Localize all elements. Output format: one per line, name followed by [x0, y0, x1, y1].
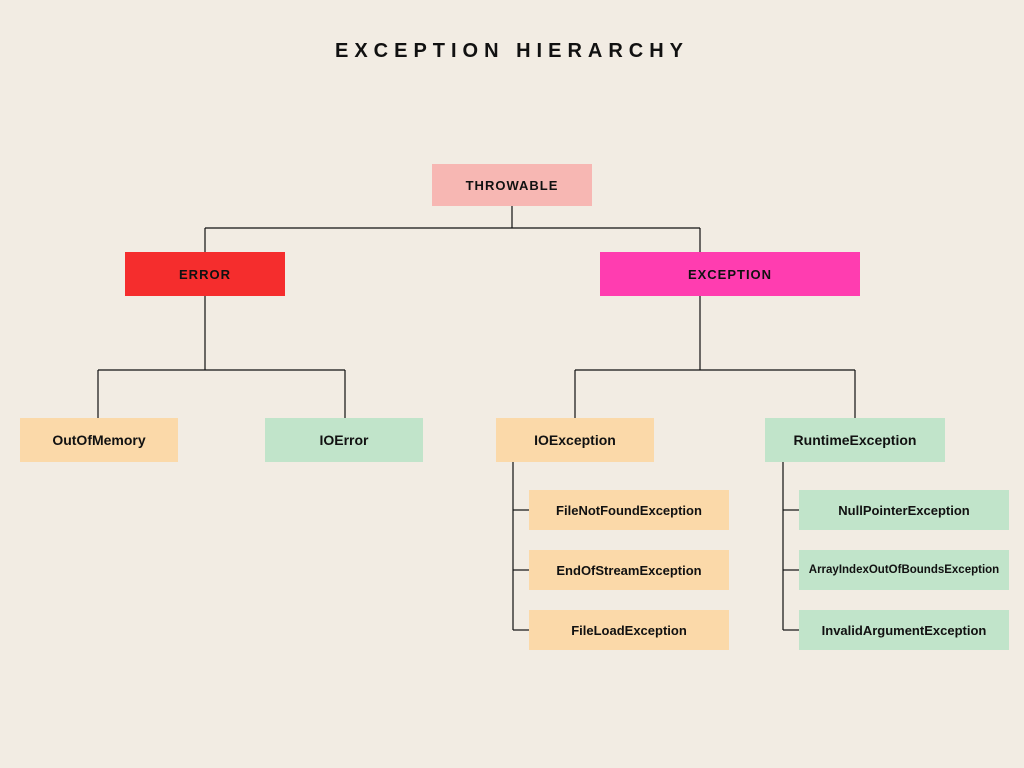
node-ioexception: IOException: [496, 418, 654, 462]
node-runtimeexception: RuntimeException: [765, 418, 945, 462]
diagram-title: EXCEPTION HIERARCHY: [0, 40, 1024, 63]
node-outofmemory: OutOfMemory: [20, 418, 178, 462]
connector-lines: [0, 0, 1024, 768]
diagram-canvas: EXCEPTION HIERARCHY THROWABLE ERROR EXCE…: [0, 0, 1024, 768]
node-ioerror: IOError: [265, 418, 423, 462]
node-invalidarg: InvalidArgumentException: [799, 610, 1009, 650]
node-nullpointer: NullPointerException: [799, 490, 1009, 530]
node-exception: EXCEPTION: [600, 252, 860, 296]
node-throwable: THROWABLE: [432, 164, 592, 206]
node-endofstream: EndOfStreamException: [529, 550, 729, 590]
node-error: ERROR: [125, 252, 285, 296]
node-fileload: FileLoadException: [529, 610, 729, 650]
node-filenotfound: FileNotFoundException: [529, 490, 729, 530]
node-arrayindex: ArrayIndexOutOfBoundsException: [799, 550, 1009, 590]
